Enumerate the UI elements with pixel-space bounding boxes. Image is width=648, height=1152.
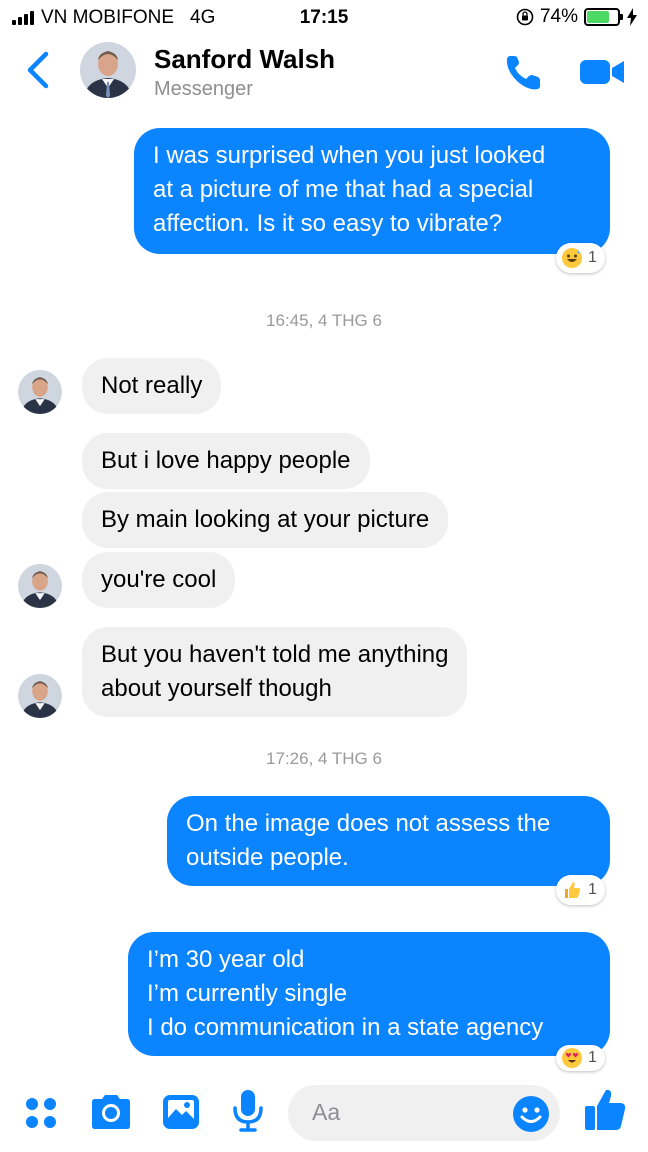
sender-avatar[interactable] bbox=[18, 564, 62, 608]
message-input[interactable]: Aa bbox=[288, 1085, 560, 1141]
message-bubble-incoming[interactable]: But you haven't told me anything about y… bbox=[82, 627, 468, 717]
message-bubble-incoming[interactable]: Not really bbox=[82, 358, 222, 414]
message-bubble-incoming[interactable]: By main looking at your picture bbox=[82, 492, 449, 548]
phone-icon[interactable] bbox=[502, 50, 546, 94]
reaction-count: 1 bbox=[588, 249, 597, 266]
contact-subtitle: Messenger bbox=[154, 78, 253, 100]
message-line: On the image does not assess the bbox=[186, 810, 551, 837]
battery-icon bbox=[584, 8, 623, 26]
status-bar: VN MOBIFONE 4G 17:15 74% bbox=[0, 0, 648, 34]
message-line: Not really bbox=[101, 372, 203, 399]
microphone-icon[interactable] bbox=[230, 1088, 266, 1134]
contact-name: Sanford Walsh bbox=[154, 44, 336, 74]
timestamp: 16:45, 4 THG 6 bbox=[266, 311, 382, 330]
timestamp: 17:26, 4 THG 6 bbox=[266, 749, 382, 768]
message-bubble-incoming[interactable]: But i love happy people bbox=[82, 433, 370, 489]
message-line: about yourself though bbox=[101, 675, 332, 702]
message-bubble-outgoing[interactable]: I was surprised when you just looked at … bbox=[134, 128, 610, 254]
composer-bar: Aa bbox=[0, 1078, 648, 1152]
message-bubble-incoming[interactable]: you're cool bbox=[82, 552, 236, 608]
emoji-icon[interactable] bbox=[512, 1095, 550, 1133]
reaction-badge[interactable]: 1 bbox=[556, 243, 605, 273]
message-line: But i love happy people bbox=[101, 447, 351, 474]
message-line: By main looking at your picture bbox=[101, 506, 430, 533]
message-line: at a picture of me that had a special bbox=[153, 176, 534, 203]
message-line: But you haven't told me anything bbox=[101, 641, 449, 668]
message-line: I do communication in a state agency bbox=[147, 1014, 544, 1041]
reaction-count: 1 bbox=[588, 1049, 597, 1066]
reaction-badge[interactable]: 1 bbox=[556, 1045, 605, 1071]
reaction-count: 1 bbox=[588, 881, 597, 898]
menu-dots-icon[interactable] bbox=[22, 1094, 60, 1132]
sender-avatar[interactable] bbox=[18, 370, 62, 414]
battery-percent: 74% bbox=[539, 6, 578, 27]
message-bubble-outgoing[interactable]: On the image does not assess the outside… bbox=[167, 796, 610, 886]
message-line: I’m currently single bbox=[147, 980, 348, 1007]
back-chevron-icon[interactable] bbox=[24, 50, 54, 90]
message-line: I’m 30 year old bbox=[147, 946, 305, 973]
thumbs-up-emoji-icon bbox=[562, 880, 582, 900]
grinning-sweat-emoji-icon bbox=[562, 248, 582, 268]
charging-bolt-icon bbox=[627, 8, 637, 26]
reaction-badge[interactable]: 1 bbox=[556, 875, 605, 905]
camera-icon[interactable] bbox=[88, 1092, 134, 1132]
like-icon[interactable] bbox=[582, 1086, 628, 1134]
contact-avatar[interactable] bbox=[80, 42, 136, 98]
message-line: I was surprised when you just looked bbox=[153, 142, 546, 169]
orientation-lock-icon bbox=[516, 8, 534, 26]
message-bubble-outgoing[interactable]: I’m 30 year old I’m currently single I d… bbox=[128, 932, 610, 1056]
chat-header: Sanford Walsh Messenger bbox=[0, 34, 648, 114]
gallery-icon[interactable] bbox=[160, 1092, 202, 1132]
heart-eyes-emoji-icon bbox=[562, 1048, 582, 1068]
message-line: outside people. bbox=[186, 844, 349, 871]
video-camera-icon[interactable] bbox=[578, 54, 626, 90]
status-right: 74% bbox=[516, 6, 638, 28]
message-line: you're cool bbox=[101, 566, 217, 593]
message-line: affection. Is it so easy to vibrate? bbox=[153, 210, 503, 237]
sender-avatar[interactable] bbox=[18, 674, 62, 718]
message-input-placeholder: Aa bbox=[312, 1099, 341, 1125]
